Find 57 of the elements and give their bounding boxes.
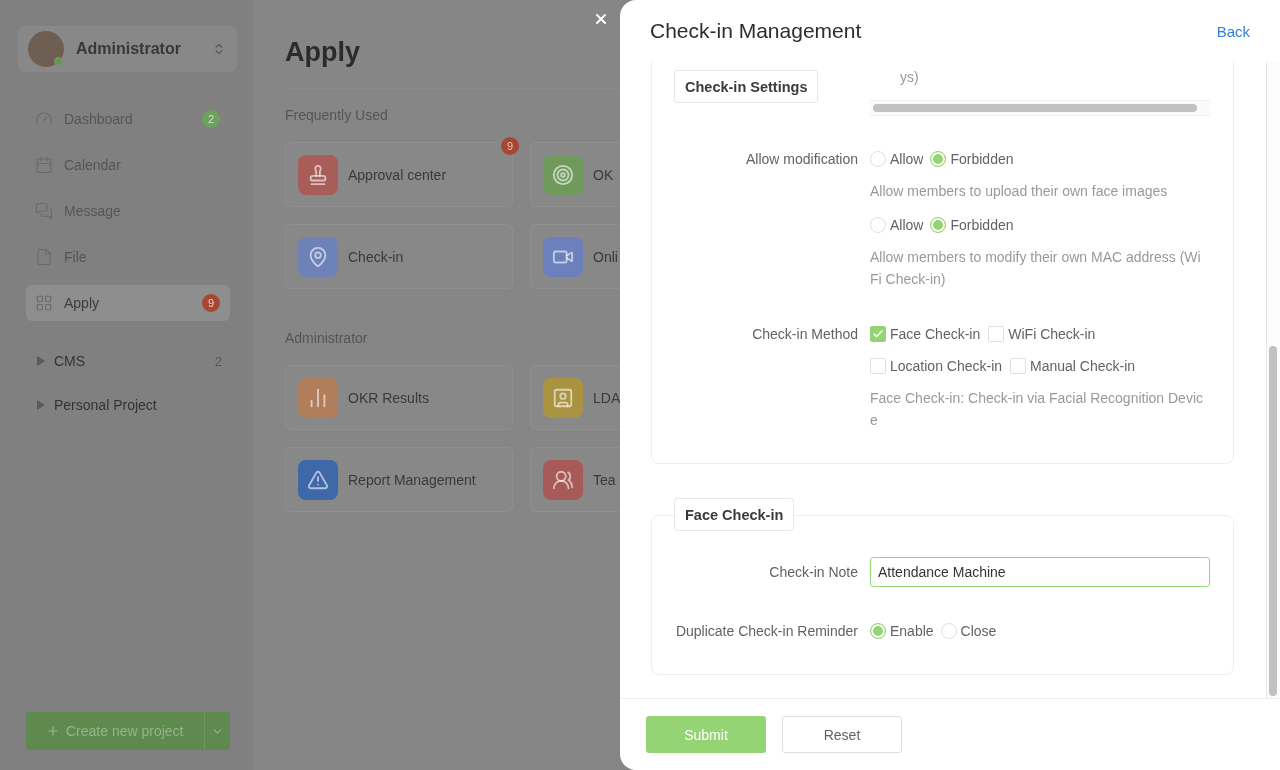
checkbox-icon[interactable] bbox=[870, 358, 886, 374]
avatar bbox=[28, 31, 64, 67]
hint-text: Allow members to modify their own MAC address (WiFi Check-in) bbox=[870, 248, 1202, 289]
app-card[interactable]: OK bbox=[530, 142, 620, 207]
plus-icon bbox=[46, 724, 60, 738]
hint-text: Face Check-in: Check-in via Facial Recognition Device bbox=[870, 389, 1205, 430]
scrollbar-thumb[interactable] bbox=[873, 104, 1197, 112]
close-icon[interactable] bbox=[593, 11, 609, 27]
radio-icon[interactable] bbox=[870, 151, 886, 167]
count-badge: 9 bbox=[202, 294, 220, 312]
checkbox-option[interactable]: Manual Check-in bbox=[1010, 355, 1136, 377]
count-badge: 9 bbox=[501, 137, 519, 155]
app-card[interactable]: LDA bbox=[530, 365, 621, 430]
field-label: Check-in Note bbox=[768, 563, 858, 582]
app-card[interactable]: Tea bbox=[530, 447, 621, 512]
project-group[interactable]: Personal Project bbox=[37, 389, 222, 421]
scrollbar-thumb[interactable] bbox=[1269, 346, 1277, 696]
text-input[interactable]: Attendance Machine bbox=[870, 557, 1210, 587]
drawer-title: Check-in Management bbox=[650, 19, 862, 43]
hint-text: ys) bbox=[900, 68, 919, 87]
checkbox-option[interactable]: Location Check-in bbox=[870, 355, 1003, 377]
back-link[interactable]: Back bbox=[1216, 22, 1250, 40]
checkbox-icon[interactable] bbox=[988, 326, 1005, 342]
app-card[interactable]: Onli bbox=[530, 224, 620, 289]
grid-icon bbox=[35, 294, 53, 312]
reset-button[interactable]: Reset bbox=[782, 716, 902, 753]
checkbox-icon[interactable] bbox=[870, 326, 886, 342]
field-label: Duplicate Check-in Reminder bbox=[674, 622, 858, 641]
radio-icon[interactable] bbox=[930, 151, 947, 167]
radio-option[interactable]: Forbidden bbox=[930, 214, 1014, 236]
radio-icon[interactable] bbox=[870, 217, 886, 233]
radio-option[interactable]: Allow bbox=[870, 148, 924, 170]
radio-icon[interactable] bbox=[870, 623, 886, 639]
field-label: Check-in Method bbox=[751, 325, 858, 344]
radio-icon[interactable] bbox=[930, 217, 947, 233]
radio-icon[interactable] bbox=[940, 623, 957, 639]
profile-switcher[interactable]: Administrator bbox=[18, 26, 237, 72]
radio-option[interactable]: Forbidden bbox=[930, 148, 1014, 170]
section-legend: Face Check-in bbox=[674, 498, 795, 531]
checkbox-option[interactable]: Face Check-in bbox=[870, 323, 981, 345]
app-card[interactable]: Check-in bbox=[285, 224, 513, 289]
count-badge: 2 bbox=[202, 110, 220, 128]
radio-option[interactable]: Enable bbox=[870, 620, 934, 642]
create-project-button[interactable]: Create new project bbox=[26, 712, 204, 750]
checkbox-icon[interactable] bbox=[1010, 358, 1027, 374]
page-title: Apply bbox=[285, 36, 361, 69]
field-label: Allow modification bbox=[744, 150, 858, 169]
radio-option[interactable]: Allow bbox=[870, 214, 924, 236]
radio-option[interactable]: Close bbox=[940, 620, 997, 642]
app-card[interactable]: Report Management bbox=[285, 447, 513, 512]
checkbox-option[interactable]: WiFi Check-in bbox=[988, 323, 1096, 345]
section-legend: Check-in Settings bbox=[674, 70, 819, 103]
dropdown-button[interactable] bbox=[204, 712, 230, 750]
nav-item[interactable]: Apply 9 bbox=[26, 285, 230, 321]
hint-text: Allow members to upload their own face images bbox=[870, 182, 1169, 201]
app-card[interactable]: OKR Results bbox=[285, 365, 513, 430]
submit-button[interactable]: Submit bbox=[646, 716, 766, 753]
